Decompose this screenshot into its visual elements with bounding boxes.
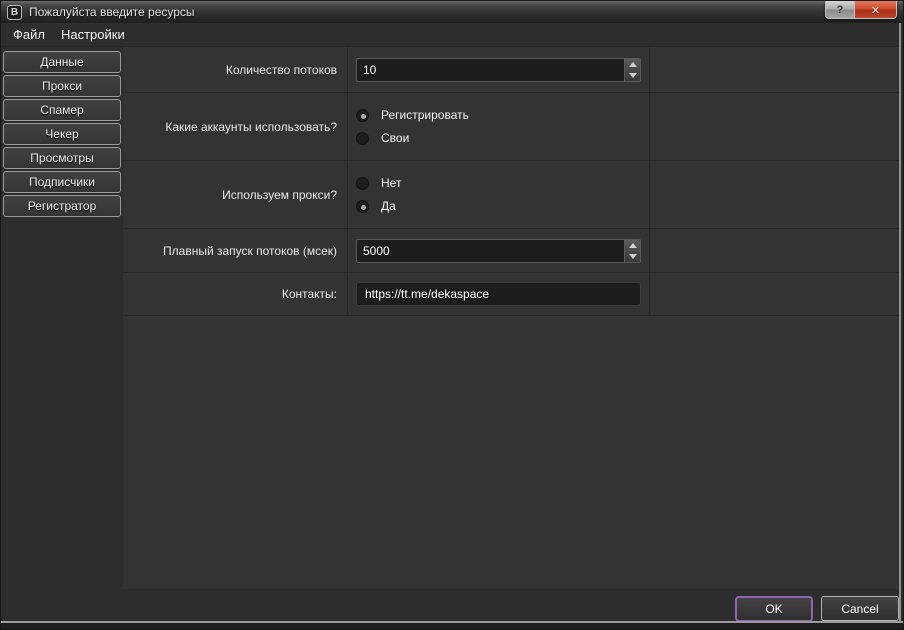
radio-icon[interactable] [356, 109, 369, 122]
sidebar: Данные Прокси Спамер Чекер Просмотры Под… [3, 51, 121, 217]
form-panel: Количество потоков Какие аккаунты исполь… [123, 47, 899, 589]
window-frame-bottom-edge [1, 621, 903, 629]
help-button[interactable]: ? [826, 1, 854, 19]
spin-up-icon[interactable] [625, 59, 640, 70]
menu-settings[interactable]: Настройки [53, 24, 133, 45]
proxy-radio-group: Нет Да [356, 176, 649, 213]
radio-icon[interactable] [356, 200, 369, 213]
window-controls: ? ✕ [825, 1, 897, 19]
app-icon: B [7, 5, 22, 20]
smooth-start-label: Плавный запуск потоков (мсек) [123, 229, 348, 272]
form-row-smooth-start: Плавный запуск потоков (мсек) [123, 229, 899, 273]
radio-label: Регистрировать [381, 108, 469, 122]
threads-spin-buttons [624, 59, 640, 81]
sidebar-item-cheker[interactable]: Чекер [3, 123, 121, 145]
smooth-start-spinbox [356, 239, 641, 263]
radio-label: Да [381, 199, 396, 213]
smooth-start-input[interactable] [357, 240, 624, 262]
form-row-proxy: Используем прокси? Нет Да [123, 161, 899, 229]
accounts-radio-group: Регистрировать Свои [356, 108, 649, 145]
menu-bar: Файл Настройки [1, 23, 903, 47]
empty-cell [650, 93, 899, 160]
spin-down-icon[interactable] [625, 251, 640, 262]
radio-icon[interactable] [356, 132, 369, 145]
sidebar-item-proksi[interactable]: Прокси [3, 75, 121, 97]
contacts-input[interactable] [356, 282, 641, 306]
empty-cell [650, 229, 899, 272]
empty-cell [650, 161, 899, 228]
form-row-contacts: Контакты: [123, 273, 899, 316]
spin-down-icon[interactable] [625, 70, 640, 81]
window-frame-right-edge [899, 23, 901, 621]
sidebar-item-podpischiki[interactable]: Подписчики [3, 171, 121, 193]
radio-label: Свои [381, 131, 409, 145]
radio-yes[interactable]: Да [356, 199, 649, 213]
cancel-button[interactable]: Cancel [821, 596, 899, 621]
title-bar[interactable]: B Пожалуйста введите ресурсы [1, 1, 903, 23]
proxy-label: Используем прокси? [123, 161, 348, 228]
accounts-label: Какие аккаунты использовать? [123, 93, 348, 160]
radio-label: Нет [381, 176, 401, 190]
ok-button[interactable]: OK [735, 596, 813, 622]
radio-no[interactable]: Нет [356, 176, 649, 190]
form-row-accounts: Какие аккаунты использовать? Регистриров… [123, 93, 899, 161]
sidebar-item-prosmotry[interactable]: Просмотры [3, 147, 121, 169]
sidebar-item-registrator[interactable]: Регистратор [3, 195, 121, 217]
close-button[interactable]: ✕ [854, 1, 896, 19]
window-title: Пожалуйста введите ресурсы [29, 5, 195, 19]
threads-spinbox [356, 58, 641, 82]
contacts-label: Контакты: [123, 273, 348, 315]
threads-label: Количество потоков [123, 47, 348, 92]
threads-input[interactable] [357, 59, 624, 81]
smooth-start-spin-buttons [624, 240, 640, 262]
radio-register[interactable]: Регистрировать [356, 108, 649, 122]
menu-file[interactable]: Файл [5, 24, 53, 45]
empty-cell [650, 47, 899, 92]
empty-cell [650, 273, 899, 315]
footer-buttons: OK Cancel [735, 596, 899, 622]
sidebar-item-dannye[interactable]: Данные [3, 51, 121, 73]
sidebar-item-spamer[interactable]: Спамер [3, 99, 121, 121]
form-row-threads: Количество потоков [123, 47, 899, 93]
radio-icon[interactable] [356, 177, 369, 190]
dialog-window: B Пожалуйста введите ресурсы ? ✕ Файл На… [0, 0, 904, 630]
radio-own[interactable]: Свои [356, 131, 649, 145]
spin-up-icon[interactable] [625, 240, 640, 251]
